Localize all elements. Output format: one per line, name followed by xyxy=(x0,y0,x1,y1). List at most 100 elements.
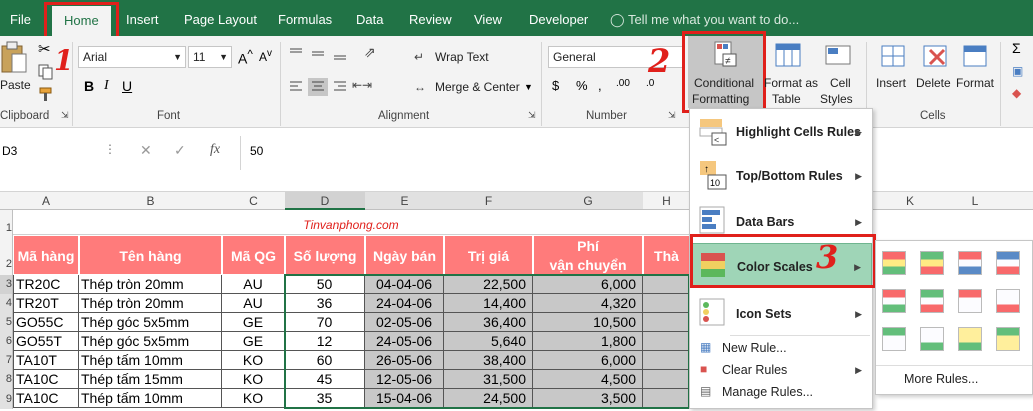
cell-so-luong[interactable]: 35 xyxy=(285,389,365,408)
cell-ngay-ban[interactable]: 04-04-06 xyxy=(365,275,444,294)
cell-ma-qg[interactable]: AU xyxy=(222,275,285,294)
cell-ngay-ban[interactable]: 15-04-06 xyxy=(365,389,444,408)
tab-page-layout[interactable]: Page Layout xyxy=(184,0,257,36)
currency-icon[interactable]: $ xyxy=(552,78,559,93)
column-header-b[interactable]: B xyxy=(79,192,222,210)
tab-view[interactable]: View xyxy=(474,0,502,36)
cell-ngay-ban[interactable]: 24-05-06 xyxy=(365,332,444,351)
insert-button[interactable]: Insert xyxy=(876,76,906,91)
menu-clear-rules[interactable]: ■ Clear Rules ▶ xyxy=(690,359,872,381)
formula-input[interactable]: 50 xyxy=(250,144,263,158)
color-scale-swatch[interactable] xyxy=(882,289,906,313)
delete-button[interactable]: Delete xyxy=(916,76,951,91)
menu-manage-rules[interactable]: ▤ Manage Rules... xyxy=(690,381,872,403)
cell-phi-van-chuyen[interactable]: 3,500 xyxy=(533,389,643,408)
cell-ten-hang[interactable]: Thép tấm 10mm xyxy=(79,389,222,408)
column-header-l[interactable]: L xyxy=(947,192,1003,210)
menu-top-bottom-rules[interactable]: ↑ 10 Top/Bottom Rules ▶ xyxy=(690,153,872,195)
row-header-9[interactable]: 9 xyxy=(0,389,13,409)
enter-icon[interactable]: ✓ xyxy=(174,142,186,159)
fill-icon[interactable]: ▣ xyxy=(1012,64,1023,78)
cell-thanh[interactable] xyxy=(643,389,690,408)
row-header-4[interactable]: 4 xyxy=(0,294,13,313)
increase-decimal-icon[interactable]: .00 xyxy=(616,78,630,89)
cell-ma-qg[interactable]: GE xyxy=(222,332,285,351)
column-header-f[interactable]: F xyxy=(444,192,533,210)
indent-icon[interactable]: ⇤⇥ xyxy=(352,78,372,92)
cell-phi-van-chuyen[interactable]: 6,000 xyxy=(533,275,643,294)
bold-icon[interactable]: B xyxy=(84,78,94,94)
column-header-d[interactable]: D xyxy=(285,192,365,210)
cell-ten-hang[interactable]: Thép tấm 10mm xyxy=(79,351,222,370)
column-header-next[interactable] xyxy=(1003,192,1033,210)
color-scale-swatch[interactable] xyxy=(996,327,1020,351)
column-header-a[interactable]: A xyxy=(13,192,79,210)
cell-ma-qg[interactable]: GE xyxy=(222,313,285,332)
more-rules-link[interactable]: More Rules... xyxy=(904,372,978,386)
tab-review[interactable]: Review xyxy=(409,0,452,36)
column-header-e[interactable]: E xyxy=(365,192,444,210)
wrap-text-button[interactable]: Wrap Text xyxy=(435,50,489,65)
color-scale-swatch[interactable] xyxy=(882,251,906,275)
cell-ma-qg[interactable]: KO xyxy=(222,351,285,370)
cell-ma-hang[interactable]: TA10C xyxy=(13,389,79,408)
cell-phi-van-chuyen[interactable]: 1,800 xyxy=(533,332,643,351)
italic-icon[interactable]: I xyxy=(104,78,109,94)
format-as-table-button[interactable]: Format as xyxy=(764,76,818,91)
cell-ten-hang[interactable]: Thép tròn 20mm xyxy=(79,294,222,313)
vertical-align-icons[interactable] xyxy=(288,46,358,62)
cell-ngay-ban[interactable]: 26-05-06 xyxy=(365,351,444,370)
cell-so-luong[interactable]: 36 xyxy=(285,294,365,313)
name-box[interactable]: D3 xyxy=(2,144,17,158)
cell-tri-gia[interactable]: 14,400 xyxy=(444,294,533,313)
column-header-k[interactable]: K xyxy=(873,192,947,210)
cell-phi-van-chuyen[interactable]: 6,000 xyxy=(533,351,643,370)
tab-file[interactable]: File xyxy=(10,0,31,36)
tab-insert[interactable]: Insert xyxy=(126,0,159,36)
paste-button[interactable]: Paste xyxy=(0,78,31,93)
row-header-2[interactable]: 2 xyxy=(0,235,13,275)
cell-ngay-ban[interactable]: 24-04-06 xyxy=(365,294,444,313)
copy-icon[interactable] xyxy=(38,64,54,80)
cell-ma-hang[interactable]: TR20C xyxy=(13,275,79,294)
cell-ten-hang[interactable]: Thép tròn 20mm xyxy=(79,275,222,294)
cell-thanh[interactable] xyxy=(643,370,690,389)
cell-phi-van-chuyen[interactable]: 10,500 xyxy=(533,313,643,332)
number-launcher-icon[interactable]: ⇲ xyxy=(668,110,676,121)
cell-ten-hang[interactable]: Thép tấm 15mm xyxy=(79,370,222,389)
cell-so-luong[interactable]: 70 xyxy=(285,313,365,332)
column-header-h[interactable]: H xyxy=(643,192,690,210)
cell-thanh[interactable] xyxy=(643,351,690,370)
row-header-7[interactable]: 7 xyxy=(0,351,13,370)
autosum-icon[interactable]: Σ xyxy=(1012,40,1021,56)
cell-styles-button[interactable]: Cell xyxy=(830,76,851,91)
color-scale-swatch[interactable] xyxy=(920,327,944,351)
color-scale-swatch[interactable] xyxy=(996,289,1020,313)
column-header-g[interactable]: G xyxy=(533,192,643,210)
cell-thanh[interactable] xyxy=(643,313,690,332)
color-scale-swatch[interactable] xyxy=(958,327,982,351)
cell-tri-gia[interactable]: 24,500 xyxy=(444,389,533,408)
cancel-icon[interactable]: ✕ xyxy=(140,142,152,159)
cell-so-luong[interactable]: 12 xyxy=(285,332,365,351)
cell-ma-hang[interactable]: GO55T xyxy=(13,332,79,351)
cell-so-luong[interactable]: 50 xyxy=(285,275,365,294)
tab-data[interactable]: Data xyxy=(356,0,383,36)
row-header-8[interactable]: 8 xyxy=(0,370,13,389)
row-header-3[interactable]: 3 xyxy=(0,275,13,294)
merge-center-button[interactable]: Merge & Center xyxy=(435,80,520,95)
row-header-5[interactable]: 5 xyxy=(0,313,13,332)
cell-ten-hang[interactable]: Thép góc 5x5mm xyxy=(79,332,222,351)
tab-formulas[interactable]: Formulas xyxy=(278,0,332,36)
cell-thanh[interactable] xyxy=(643,332,690,351)
color-scale-swatch[interactable] xyxy=(882,327,906,351)
cell-tri-gia[interactable]: 31,500 xyxy=(444,370,533,389)
format-button[interactable]: Format xyxy=(956,76,994,91)
row-header-6[interactable]: 6 xyxy=(0,332,13,351)
menu-new-rule[interactable]: ▦ New Rule... xyxy=(690,337,872,359)
cell-tri-gia[interactable]: 22,500 xyxy=(444,275,533,294)
cell-ma-hang[interactable]: TA10C xyxy=(13,370,79,389)
color-scale-swatch[interactable] xyxy=(920,251,944,275)
cell-thanh[interactable] xyxy=(643,275,690,294)
cell-phi-van-chuyen[interactable]: 4,320 xyxy=(533,294,643,313)
